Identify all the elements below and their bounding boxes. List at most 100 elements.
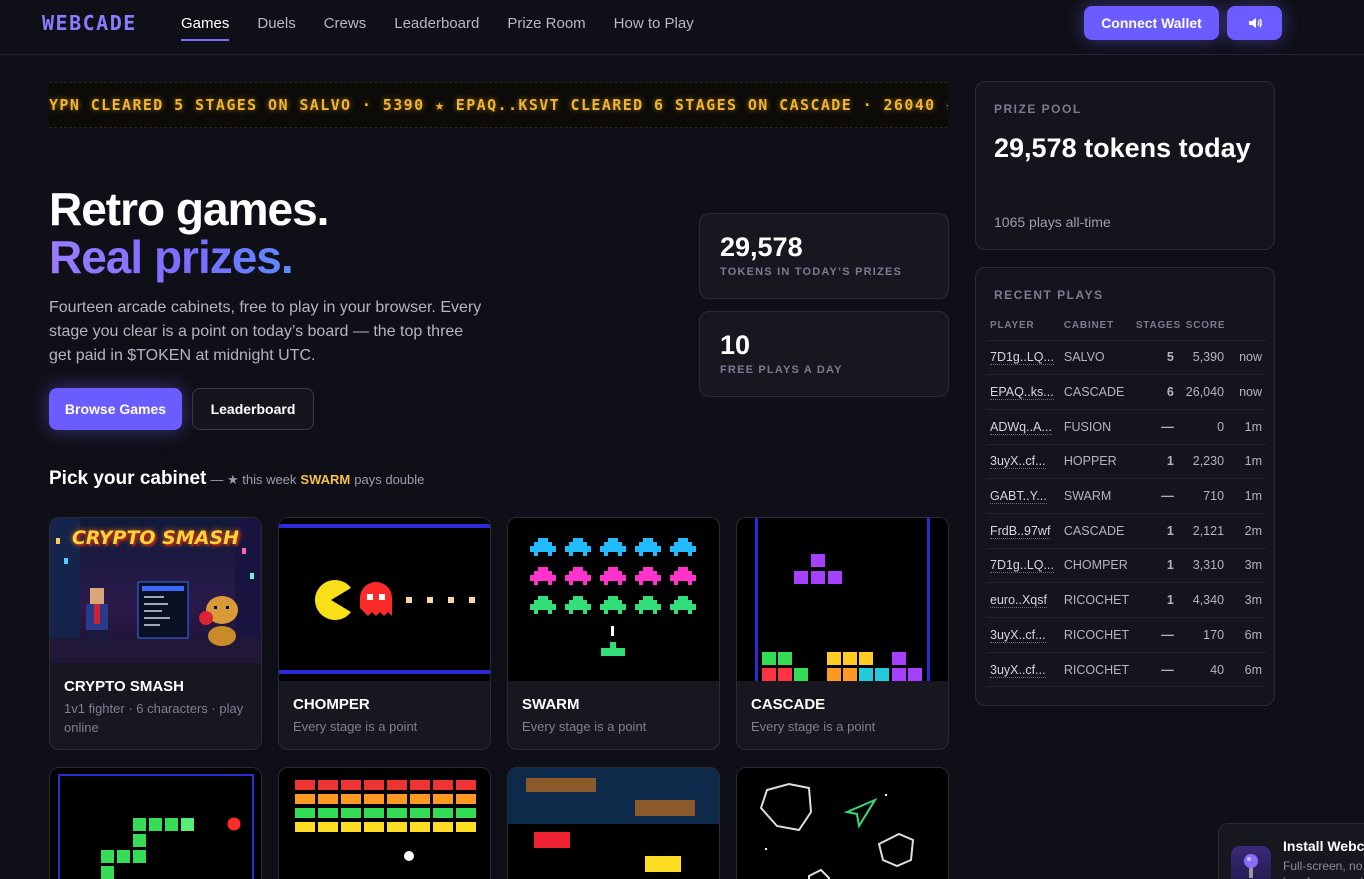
player-address[interactable]: EPAQ..ks...: [990, 385, 1054, 401]
game-card-chomper[interactable]: CHOMPER Every stage is a point: [278, 517, 491, 750]
stages-cell: 1: [1131, 582, 1182, 618]
cabinets-title: Pick your cabinet: [49, 468, 207, 489]
prize-pool-value: 29,578 tokens today: [994, 133, 1251, 163]
player-cell[interactable]: EPAQ..ks...: [986, 374, 1060, 410]
cabinet-cell: RICOCHET: [1059, 652, 1132, 688]
brick: [295, 808, 315, 818]
brick: [364, 822, 384, 832]
col-score: SCORE: [1181, 312, 1233, 341]
sound-toggle-button[interactable]: [1227, 6, 1282, 40]
cabinet-cell: HOPPER: [1059, 444, 1132, 480]
score-cell: 710: [1181, 478, 1233, 514]
install-subtitle: Full-screen, no browser bar, from your h…: [1283, 859, 1364, 879]
nav-link-duels[interactable]: Duels: [257, 15, 295, 41]
player-cell[interactable]: 7D1g..LQ...: [986, 340, 1060, 376]
invader-sprite: [600, 567, 626, 585]
brick: [456, 822, 476, 832]
invader-sprite: [530, 538, 556, 556]
player-cell[interactable]: 3uyX..cf...: [986, 444, 1060, 480]
brick: [318, 808, 338, 818]
game-card-crypto-smash[interactable]: CRYPTO SMASH CRYPTO SMASH 1v1 fighter · …: [49, 517, 262, 750]
player-address[interactable]: 3uyX..cf...: [990, 662, 1046, 678]
score-cell: 0: [1181, 409, 1233, 445]
nav-link-how-to-play[interactable]: How to Play: [614, 15, 694, 41]
crypto-smash-art: CRYPTO SMASH: [50, 518, 261, 663]
invader-sprite: [565, 567, 591, 585]
cabinet-cell: RICOCHET: [1059, 617, 1132, 653]
connect-wallet-button[interactable]: Connect Wallet: [1084, 6, 1219, 40]
table-row: 3uyX..cf... HOPPER 1 2,230 1m: [986, 444, 1266, 480]
nav-link-leaderboard[interactable]: Leaderboard: [394, 15, 479, 41]
player-cell[interactable]: 7D1g..LQ...: [986, 548, 1060, 584]
recent-plays-body: 7D1g..LQ... SALVO 5 5,390 now EPAQ..ks... CASC…: [986, 340, 1266, 688]
col-cabinet: CABINET: [1059, 312, 1132, 341]
brick: [387, 780, 407, 790]
brick: [295, 780, 315, 790]
brick: [364, 794, 384, 804]
cabinet-cell: RICOCHET: [1059, 582, 1132, 618]
prize-pool-label: PRIZE POOL: [994, 102, 1082, 116]
player-address[interactable]: 7D1g..LQ...: [990, 558, 1054, 574]
game-card-snake[interactable]: [49, 767, 262, 879]
invader-sprite: [565, 538, 591, 556]
brick: [364, 780, 384, 790]
player-cell[interactable]: GABT..Y...: [986, 478, 1060, 514]
player-address[interactable]: 3uyX..cf...: [990, 454, 1046, 470]
stat-value: 29,578: [720, 232, 803, 262]
brick: [433, 822, 453, 832]
table-header-row: PLAYER CABINET STAGES SCORE: [986, 312, 1266, 341]
brick: [295, 822, 315, 832]
player-cell[interactable]: ADWq..A...: [986, 409, 1060, 445]
stages-cell: —: [1131, 617, 1182, 653]
stages-cell: —: [1131, 409, 1182, 445]
player-cell[interactable]: FrdB..97wf: [986, 513, 1060, 549]
game-subtitle: Every stage is a point: [522, 719, 647, 734]
player-address[interactable]: 3uyX..cf...: [990, 627, 1046, 643]
player-address[interactable]: GABT..Y...: [990, 489, 1047, 505]
player-address[interactable]: FrdB..97wf: [990, 523, 1051, 539]
breakout-scene: [295, 780, 476, 861]
time-cell: 3m: [1232, 548, 1266, 584]
brick: [387, 808, 407, 818]
player-cell[interactable]: 3uyX..cf...: [986, 652, 1060, 688]
hero-title-line2: Real prizes.: [49, 231, 294, 283]
stages-cell: 6: [1131, 374, 1182, 410]
crypto-smash-logo: CRYPTO SMASH: [71, 527, 240, 549]
nav-link-prize-room[interactable]: Prize Room: [507, 15, 585, 41]
game-card-swarm[interactable]: SWARM Every stage is a point: [507, 517, 720, 750]
game-card-breakout[interactable]: [278, 767, 491, 879]
time-cell: 1m: [1232, 478, 1266, 514]
chomper-art: [279, 518, 490, 681]
table-row: 7D1g..LQ... SALVO 5 5,390 now: [986, 340, 1266, 376]
game-card-asteroids[interactable]: [736, 767, 949, 879]
time-cell: 6m: [1232, 617, 1266, 653]
brick: [341, 822, 361, 832]
invader-sprite: [530, 596, 556, 614]
prize-pool-sub: 1065 plays all-time: [994, 214, 1111, 230]
nav-links: Games Duels Crews Leaderboard Prize Room…: [181, 15, 694, 41]
player-address[interactable]: euro..Xqsf: [990, 593, 1047, 609]
player-address[interactable]: 7D1g..LQ...: [990, 350, 1054, 366]
install-prompt[interactable]: Install Webcade Full-screen, no browser …: [1218, 823, 1364, 879]
player-address[interactable]: ADWq..A...: [990, 419, 1052, 435]
featured-game-highlight[interactable]: SWARM: [300, 472, 350, 487]
table-row: 3uyX..cf... RICOCHET —170 6m: [986, 617, 1266, 653]
logo[interactable]: WEBCADE: [42, 11, 137, 35]
player-cell[interactable]: 3uyX..cf...: [986, 617, 1060, 653]
game-card-cascade[interactable]: CASCADE Every stage is a point: [736, 517, 949, 750]
app-icon: [1231, 846, 1271, 879]
player-cell[interactable]: euro..Xqsf: [986, 582, 1060, 618]
browse-games-button[interactable]: Browse Games: [49, 388, 182, 430]
nav-link-games[interactable]: Games: [181, 15, 230, 41]
time-cell: now: [1232, 340, 1266, 376]
swarm-scene: [530, 538, 696, 656]
game-card-hopper[interactable]: [507, 767, 720, 879]
snake-scene: [58, 774, 254, 879]
nav-link-crews[interactable]: Crews: [324, 15, 367, 41]
leaderboard-button[interactable]: Leaderboard: [192, 388, 314, 430]
score-cell: 4,340: [1181, 582, 1233, 618]
snake-art: [50, 768, 261, 879]
brick: [410, 808, 430, 818]
cabinet-cell: SALVO: [1059, 340, 1132, 376]
brick: [410, 794, 430, 804]
